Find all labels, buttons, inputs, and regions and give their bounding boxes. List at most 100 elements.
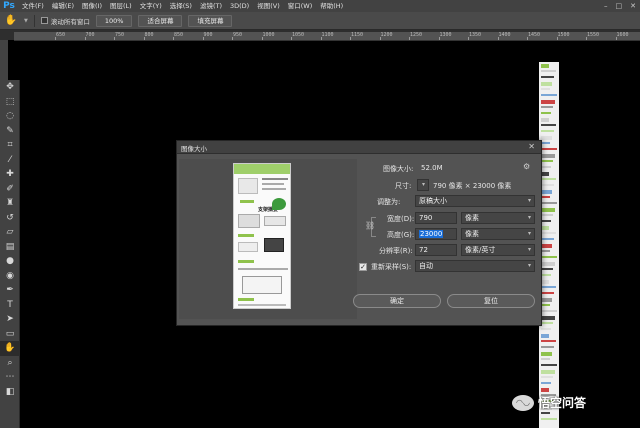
hand-tool-icon[interactable]: ✋ <box>0 341 20 356</box>
canvas-strip-block <box>541 196 550 198</box>
canvas-strip-block <box>541 88 550 90</box>
resolution-input[interactable]: 72 <box>415 244 457 256</box>
blur-tool-icon[interactable]: ● <box>0 254 20 269</box>
path-select-tool-icon[interactable]: ➤ <box>0 312 20 327</box>
photoshop-logo: Ps <box>3 1 15 11</box>
wukong-logo-icon: ◠◡ <box>512 394 534 411</box>
crop-tool-icon[interactable]: ⌗ <box>0 138 20 153</box>
height-label: 高度(G): <box>387 231 415 239</box>
canvas-strip-block <box>541 274 551 276</box>
lasso-tool-icon[interactable]: ◌ <box>0 109 20 124</box>
ruler-tick <box>320 37 322 40</box>
eyedropper-tool-icon[interactable]: ⁄ <box>0 153 20 168</box>
resample-dropdown[interactable]: 自动 ▾ <box>415 260 535 272</box>
preview-device-image <box>264 238 284 252</box>
options-bar: ✋ ▼ 滚动所有窗口 100% 适合屏幕 填充屏幕 <box>0 12 640 30</box>
canvas-strip-block <box>541 340 556 342</box>
pen-tool-icon[interactable]: ✒ <box>0 283 20 298</box>
menu-item[interactable]: 视图(V) <box>253 0 284 12</box>
shape-tool-icon[interactable]: ▭ <box>0 327 20 342</box>
link-icon[interactable]: ⛓ <box>365 221 375 235</box>
quick-select-tool-icon[interactable]: ✎ <box>0 124 20 139</box>
scroll-all-windows-option[interactable]: 滚动所有窗口 <box>40 16 90 26</box>
fill-screen-button[interactable]: 填充屏幕 <box>188 14 233 27</box>
menu-items: 文件(F) 编辑(E) 图像(I) 图层(L) 文字(Y) 选择(S) 滤镜(T) 3D(D)… <box>18 0 347 12</box>
menu-item[interactable]: 文件(F) <box>18 0 48 12</box>
chevron-down-icon: ▾ <box>527 262 531 269</box>
tools-panel: ✥ ⬚ ◌ ✎ ⌗ ⁄ ✚ ✐ ♜ ↺ ▱ ▤ ● ◉ ✒ T ➤ ▭ ✋ ⌕ … <box>0 80 20 428</box>
ok-button[interactable]: 确定 <box>353 294 441 308</box>
minimize-icon[interactable]: – <box>604 2 608 10</box>
menu-item[interactable]: 图层(L) <box>106 0 136 12</box>
preview-header-band <box>234 164 290 174</box>
chevron-down-icon: ▾ <box>527 246 531 253</box>
fit-screen-button[interactable]: 适合屏幕 <box>138 14 183 27</box>
dimensions-unit-dropdown[interactable]: ▾ <box>417 179 429 191</box>
ruler-label: 1000 <box>262 32 275 38</box>
resample-checkbox[interactable]: ✓ <box>359 263 367 271</box>
canvas-strip-block <box>541 352 552 356</box>
eraser-tool-icon[interactable]: ▱ <box>0 225 20 240</box>
menu-item[interactable]: 帮助(H) <box>316 0 347 12</box>
ruler-label: 750 <box>115 32 125 38</box>
gradient-tool-icon[interactable]: ▤ <box>0 240 20 255</box>
brush-tool-icon[interactable]: ✐ <box>0 182 20 197</box>
dodge-tool-icon[interactable]: ◉ <box>0 269 20 284</box>
canvas-strip-block <box>541 202 557 204</box>
menu-item[interactable]: 编辑(E) <box>48 0 78 12</box>
zoom-tool-icon[interactable]: ⌕ <box>0 356 20 371</box>
height-unit-dropdown[interactable]: 像素 ▾ <box>461 228 535 240</box>
canvas-strip-block <box>541 76 554 78</box>
ruler-tick <box>143 37 145 40</box>
canvas-strip-block <box>541 292 554 294</box>
image-preview-pane[interactable]: 支架摘要 <box>179 159 357 319</box>
width-unit-dropdown[interactable]: 像素 ▾ <box>461 212 535 224</box>
canvas-strip-block <box>541 310 557 312</box>
scroll-all-windows-label: 滚动所有窗口 <box>50 17 90 26</box>
more-tools-icon[interactable]: ⋯ <box>0 370 20 385</box>
menu-item[interactable]: 窗口(W) <box>284 0 317 12</box>
reset-button[interactable]: 复位 <box>447 294 535 308</box>
healing-brush-tool-icon[interactable]: ✚ <box>0 167 20 182</box>
chevron-down-icon[interactable]: ▼ <box>24 18 28 24</box>
ruler-label: 1400 <box>498 32 511 38</box>
preview-product-image <box>238 242 258 252</box>
image-size-dialog: 图像大小 ✕ 支架摘要 图像大小: 52.0M ⚙ 尺寸: ▾ 790 像素 ×… <box>176 140 542 326</box>
clone-stamp-tool-icon[interactable]: ♜ <box>0 196 20 211</box>
canvas-strip-block <box>541 184 554 186</box>
canvas-strip-block <box>541 298 552 302</box>
menu-item[interactable]: 滤镜(T) <box>196 0 226 12</box>
dimensions-value: 790 像素 × 23000 像素 <box>433 182 512 190</box>
color-swatch-icon[interactable]: ◧ <box>0 385 20 400</box>
watermark: ◠◡ 悟空问答 <box>512 394 586 411</box>
zoom-100-button[interactable]: 100% <box>95 14 133 27</box>
hand-tool-icon[interactable]: ✋ <box>4 14 18 28</box>
width-input[interactable]: 790 <box>415 212 457 224</box>
canvas-strip-block <box>541 214 553 216</box>
type-tool-icon[interactable]: T <box>0 298 20 313</box>
menu-item[interactable]: 3D(D) <box>226 0 253 12</box>
ruler-label: 950 <box>233 32 243 38</box>
canvas-strip-block <box>541 172 549 176</box>
gear-icon[interactable]: ⚙ <box>523 162 530 171</box>
resolution-unit-dropdown[interactable]: 像素/英寸 ▾ <box>461 244 535 256</box>
marquee-tool-icon[interactable]: ⬚ <box>0 95 20 110</box>
move-tool-icon[interactable]: ✥ <box>0 80 20 95</box>
canvas-strip-block <box>541 346 554 348</box>
close-icon[interactable]: ✕ <box>528 142 535 151</box>
close-icon[interactable]: ✕ <box>630 2 636 10</box>
menu-item[interactable]: 文字(Y) <box>136 0 166 12</box>
menu-item[interactable]: 选择(S) <box>166 0 196 12</box>
canvas-strip-block <box>541 316 555 320</box>
ruler-label: 900 <box>203 32 213 38</box>
width-unit: 像素 <box>465 214 479 222</box>
canvas-strip-block <box>541 64 549 68</box>
scroll-all-windows-checkbox[interactable] <box>40 17 48 24</box>
height-input[interactable]: 23000 <box>415 228 457 240</box>
history-brush-tool-icon[interactable]: ↺ <box>0 211 20 226</box>
fit-to-dropdown[interactable]: 原稿大小 ▾ <box>415 195 535 207</box>
maximize-icon[interactable]: □ <box>616 2 623 10</box>
canvas-strip-block <box>541 286 556 288</box>
menu-item[interactable]: 图像(I) <box>78 0 106 12</box>
preview-text-line <box>262 188 286 190</box>
